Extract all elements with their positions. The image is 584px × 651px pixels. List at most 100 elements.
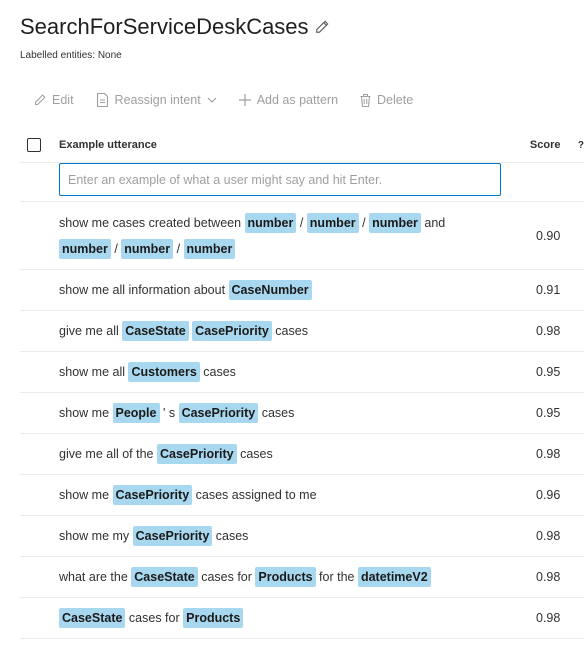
score-value: 0.98 [536,529,561,543]
entity-label[interactable]: Customers [128,362,200,382]
toolbar: Edit Reassign intent Add as pattern Dele… [34,90,435,110]
utterance-fragment: cases [236,447,273,461]
utterance-fragment: cases for [125,611,184,625]
utterance-fragment: ' s [159,406,179,420]
utterance-fragment: for the [315,570,358,584]
edit-button[interactable]: Edit [34,93,74,107]
utterance-fragment: / [296,215,307,230]
add-as-pattern-button[interactable]: Add as pattern [238,93,338,107]
utterance-text: CaseState cases for Products [59,605,520,631]
score-value: 0.98 [536,324,561,338]
score-value: 0.98 [536,611,561,625]
utterance-fragment: / [358,215,370,230]
utterance-row[interactable]: show me CasePriority cases assigned to m… [20,475,584,516]
utterance-fragment: give me all of the [59,447,157,461]
entity-label[interactable]: number [306,212,359,233]
utterance-row[interactable]: show me cases created between number / n… [20,202,584,270]
utterance-input[interactable] [59,163,501,196]
utterance-fragment: cases for [197,570,256,584]
labelled-entities-summary: Labelled entities: None [20,50,122,61]
utterance-text: show me CasePriority cases assigned to m… [59,482,520,508]
utterance-fragment: and [420,215,449,230]
utterance-row[interactable]: CaseState cases for Products 0.98 [20,598,584,639]
utterance-text: what are the CaseState cases for Product… [59,564,520,590]
column-header-score[interactable]: Score [530,139,578,151]
score-value: 0.95 [536,365,561,379]
entity-label[interactable]: CasePriority [178,403,259,423]
utterance-fragment: cases [271,324,308,338]
score-value: 0.90 [536,228,561,243]
utterance-text: show me People ' s CasePriority cases [59,400,520,426]
utterances-table: Example utterance Score ? show me cases … [20,128,584,639]
entity-label[interactable]: CasePriority [132,526,213,546]
page-header: SearchForServiceDeskCases Labelled entit… [0,0,584,61]
entity-label[interactable]: number [244,212,297,233]
utterance-text: show me all Customers cases [59,359,520,385]
entity-label[interactable]: number [59,238,111,259]
entity-label[interactable]: Products [183,608,244,628]
utterance-row[interactable]: show me my CasePriority cases 0.98 [20,516,584,557]
utterance-fragment: / [173,241,184,256]
entity-label[interactable]: Products [255,567,316,587]
utterance-fragment: show me all information about [59,283,229,297]
utterance-fragment: show me all [59,365,129,379]
utterance-fragment: what are the [59,570,132,584]
entity-label[interactable]: number [121,238,174,259]
utterance-fragment: cases [212,529,249,543]
edit-button-label: Edit [52,93,74,107]
reassign-intent-button[interactable]: Reassign intent [96,93,217,107]
utterance-text: show me cases created between number / n… [59,210,520,262]
score-value: 0.98 [536,447,561,461]
trash-icon [360,93,371,107]
entity-label[interactable]: number [183,238,236,259]
pencil-icon [34,94,46,106]
table-header: Example utterance Score ? [20,128,584,163]
utterance-row[interactable]: show me all Customers cases 0.95 [20,352,584,393]
utterance-fragment: show me [59,488,113,502]
utterance-text: show me all information about CaseNumber [59,277,520,303]
score-value: 0.91 [536,283,561,297]
delete-button[interactable]: Delete [360,93,413,107]
plus-icon [238,94,251,106]
entity-label[interactable]: datetimeV2 [357,567,431,587]
entity-label[interactable]: CasePriority [156,444,237,464]
entity-label[interactable]: number [369,212,421,233]
entity-label[interactable]: CaseNumber [228,280,312,300]
utterance-fragment: show me cases created between [59,215,245,230]
edit-title-pencil-icon[interactable] [315,20,329,34]
utterance-text: show me my CasePriority cases [59,523,520,549]
score-value: 0.96 [536,488,561,502]
entity-label[interactable]: CaseState [122,321,189,341]
entity-label[interactable]: CasePriority [192,321,272,341]
document-icon [96,93,109,107]
utterance-text: give me all of the CasePriority cases [59,441,520,467]
page-title: SearchForServiceDeskCases [20,14,309,39]
score-value: 0.98 [536,570,561,584]
delete-button-label: Delete [377,93,414,107]
reassign-intent-label: Reassign intent [114,93,201,107]
score-help-icon[interactable]: ? [578,140,584,151]
utterance-fragment: cases [199,365,236,379]
utterance-fragment: cases [258,406,295,420]
utterance-fragment: / [110,241,122,256]
utterance-fragment: show me my [59,529,133,543]
utterance-row[interactable]: what are the CaseState cases for Product… [20,557,584,598]
utterance-row[interactable]: show me all information about CaseNumber… [20,270,584,311]
entity-label[interactable]: CaseState [59,608,126,628]
utterance-text: give me all CaseState CasePriority cases [59,318,520,344]
utterance-row[interactable]: show me People ' s CasePriority cases 0.9… [20,393,584,434]
utterance-rows: show me cases created between number / n… [20,202,584,639]
column-header-utterance[interactable]: Example utterance [59,139,530,151]
utterance-row[interactable]: give me all of the CasePriority cases 0.9… [20,434,584,475]
entity-label[interactable]: People [112,403,160,423]
score-value: 0.95 [536,406,561,420]
utterance-input-row [20,163,584,202]
utterance-fragment: show me [59,406,113,420]
entity-label[interactable]: CasePriority [112,485,193,505]
utterance-fragment: cases assigned to me [192,488,317,502]
utterance-row[interactable]: give me all CaseState CasePriority cases… [20,311,584,352]
chevron-down-icon [207,97,217,103]
select-all-checkbox[interactable] [27,138,41,152]
entity-label[interactable]: CaseState [131,567,198,587]
title-row: SearchForServiceDeskCases [20,14,584,40]
